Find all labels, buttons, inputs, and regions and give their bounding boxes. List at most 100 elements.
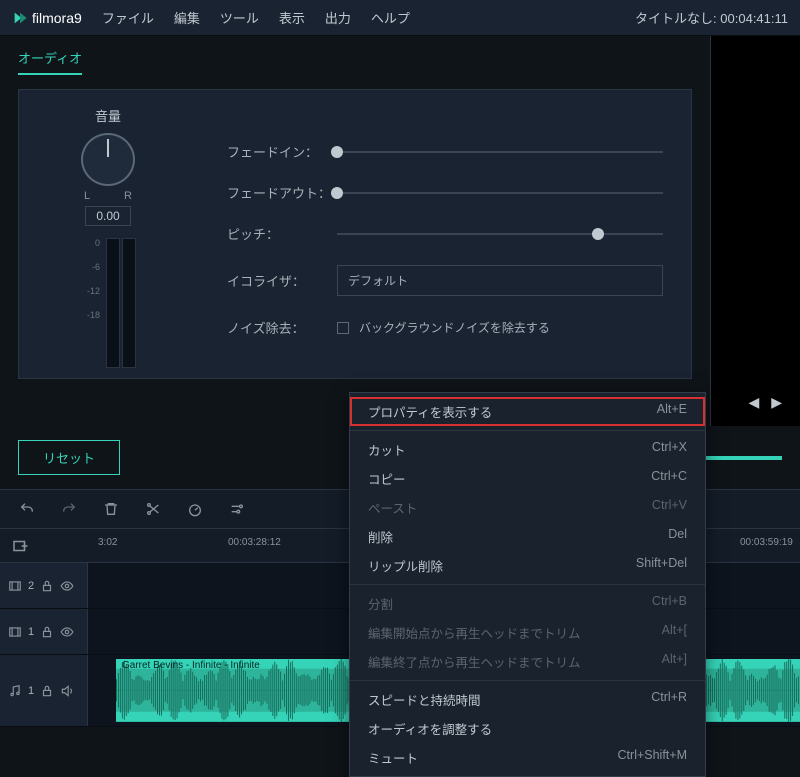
project-title: タイトルなし: bbox=[635, 11, 717, 26]
context-menu-item: ペーストCtrl+V bbox=[350, 493, 705, 522]
context-menu-label: 分割 bbox=[368, 594, 393, 613]
fadeout-label: フェードアウト： bbox=[227, 183, 337, 202]
context-menu-shortcut: Shift+Del bbox=[636, 556, 687, 575]
context-menu-label: 削除 bbox=[368, 527, 393, 546]
next-frame-icon[interactable]: ▶ bbox=[771, 394, 782, 411]
context-menu-shortcut: Ctrl+C bbox=[651, 469, 687, 488]
reset-button[interactable]: リセット bbox=[18, 440, 120, 475]
time-label: 00:03:28:12 bbox=[228, 537, 281, 548]
redo-icon[interactable] bbox=[60, 500, 78, 518]
context-menu-shortcut: Del bbox=[668, 527, 687, 546]
context-menu-item: 編集開始点から再生ヘッドまでトリム Alt+[ bbox=[350, 618, 705, 647]
context-menu-item[interactable]: ミュートCtrl+Shift+M bbox=[350, 743, 705, 772]
context-menu-shortcut: Ctrl+B bbox=[652, 594, 687, 613]
context-menu-label: リップル削除 bbox=[368, 556, 443, 575]
app-version: 9 bbox=[74, 10, 82, 26]
context-menu-item[interactable]: コピーCtrl+C bbox=[350, 464, 705, 493]
menu-tools[interactable]: ツール bbox=[220, 8, 259, 27]
video-track-icon bbox=[8, 625, 22, 639]
fadeout-slider[interactable] bbox=[337, 192, 663, 194]
volume-section: 音量 L R 0.00 0 -6 -12 -18 bbox=[19, 100, 197, 368]
video-track-icon bbox=[8, 579, 22, 593]
eye-icon[interactable] bbox=[60, 625, 74, 639]
preview-controls: ◀ ▶ bbox=[748, 394, 782, 411]
lock-icon[interactable] bbox=[40, 684, 54, 698]
main-area: オーディオ 音量 L R 0.00 0 -6 -12 -18 bbox=[0, 36, 800, 426]
track-head[interactable]: 1 bbox=[0, 609, 88, 654]
equalizer-label: イコライザ： bbox=[227, 271, 337, 290]
context-menu-shortcut: Alt+[ bbox=[662, 623, 687, 642]
undo-icon[interactable] bbox=[18, 500, 36, 518]
fadein-label: フェードイン： bbox=[227, 142, 337, 161]
context-menu-label: オーディオを調整する bbox=[368, 719, 492, 738]
track-number: 2 bbox=[28, 580, 34, 592]
context-menu-shortcut: Ctrl+X bbox=[652, 440, 687, 459]
volume-label: 音量 bbox=[95, 106, 121, 125]
track-number: 1 bbox=[28, 626, 34, 638]
track-head[interactable]: 1 bbox=[0, 655, 88, 726]
pitch-thumb[interactable] bbox=[592, 228, 604, 240]
noise-checkbox[interactable] bbox=[337, 322, 349, 334]
eye-icon[interactable] bbox=[60, 579, 74, 593]
lock-icon[interactable] bbox=[40, 579, 54, 593]
context-menu-item[interactable]: スピードと持続時間Ctrl+R bbox=[350, 685, 705, 714]
noise-label: ノイズ除去： bbox=[227, 318, 337, 337]
speaker-icon[interactable] bbox=[60, 684, 74, 698]
pitch-label: ピッチ： bbox=[227, 224, 337, 243]
speed-icon[interactable] bbox=[186, 500, 204, 518]
add-marker-icon[interactable] bbox=[0, 537, 40, 555]
fadeout-thumb[interactable] bbox=[331, 187, 343, 199]
fadein-thumb[interactable] bbox=[331, 146, 343, 158]
context-menu-item[interactable]: オーディオを調整する bbox=[350, 714, 705, 743]
menu-list: ファイル 編集 ツール 表示 出力 ヘルプ bbox=[102, 8, 410, 27]
meter-bar-r bbox=[122, 238, 136, 368]
context-menu-separator bbox=[350, 430, 705, 431]
audio-properties-box: 音量 L R 0.00 0 -6 -12 -18 bbox=[18, 89, 692, 379]
clip-label: Garret Bevins - Infinite - Infinite bbox=[122, 660, 260, 671]
context-menu-shortcut: Ctrl+Shift+M bbox=[618, 748, 687, 767]
audio-sliders: フェードイン： フェードアウト： ピッチ： イコライザ： デフォルト ノイズ除去… bbox=[197, 100, 691, 368]
logo-icon bbox=[12, 10, 28, 26]
meter-bar-l bbox=[106, 238, 120, 368]
context-menu-label: プロパティを表示する bbox=[368, 402, 492, 421]
menubar: filmora9 ファイル 編集 ツール 表示 出力 ヘルプ タイトルなし: 0… bbox=[0, 0, 800, 36]
track-head[interactable]: 2 bbox=[0, 563, 88, 608]
delete-icon[interactable] bbox=[102, 500, 120, 518]
l-label: L bbox=[84, 190, 90, 202]
volume-knob[interactable] bbox=[81, 133, 135, 186]
tab-audio[interactable]: オーディオ bbox=[18, 48, 82, 75]
equalizer-select[interactable]: デフォルト bbox=[337, 265, 663, 296]
context-menu-item[interactable]: リップル削除 Shift+Del bbox=[350, 551, 705, 580]
menu-view[interactable]: 表示 bbox=[279, 8, 305, 27]
split-icon[interactable] bbox=[144, 500, 162, 518]
settings-icon[interactable] bbox=[228, 500, 246, 518]
prev-frame-icon[interactable]: ◀ bbox=[748, 394, 759, 411]
app-name: filmora bbox=[32, 10, 74, 26]
menu-file[interactable]: ファイル bbox=[102, 8, 154, 27]
menu-help[interactable]: ヘルプ bbox=[371, 8, 410, 27]
project-timecode: 00:04:41:11 bbox=[720, 11, 788, 26]
context-menu-label: カット bbox=[368, 440, 406, 459]
pitch-slider[interactable] bbox=[337, 233, 663, 235]
project-title-time: タイトルなし: 00:04:41:11 bbox=[635, 8, 788, 27]
fadein-slider[interactable] bbox=[337, 151, 663, 153]
context-menu-item: 分割 Ctrl+B bbox=[350, 589, 705, 618]
music-track-icon bbox=[8, 684, 22, 698]
level-meters: 0 -6 -12 -18 bbox=[80, 238, 136, 368]
context-menu: プロパティを表示するAlt+EカットCtrl+XコピーCtrl+CペーストCtr… bbox=[349, 392, 706, 777]
context-menu-label: 編集開始点から再生ヘッドまでトリム bbox=[368, 623, 581, 642]
context-menu-item[interactable]: カット Ctrl+X bbox=[350, 435, 705, 464]
menu-output[interactable]: 出力 bbox=[325, 8, 351, 27]
noise-checkbox-label: バックグラウンドノイズを除去する bbox=[359, 319, 550, 336]
context-menu-item[interactable]: プロパティを表示するAlt+E bbox=[350, 397, 705, 426]
context-menu-label: ペースト bbox=[368, 498, 417, 517]
context-menu-item[interactable]: 削除 Del bbox=[350, 522, 705, 551]
menu-edit[interactable]: 編集 bbox=[174, 8, 200, 27]
lr-labels: L R bbox=[84, 190, 132, 202]
lock-icon[interactable] bbox=[40, 625, 54, 639]
r-label: R bbox=[124, 190, 132, 202]
volume-value[interactable]: 0.00 bbox=[85, 206, 130, 226]
track-number: 1 bbox=[28, 685, 34, 697]
context-menu-shortcut: Alt+] bbox=[662, 652, 687, 671]
time-label: 3:02 bbox=[98, 537, 117, 548]
